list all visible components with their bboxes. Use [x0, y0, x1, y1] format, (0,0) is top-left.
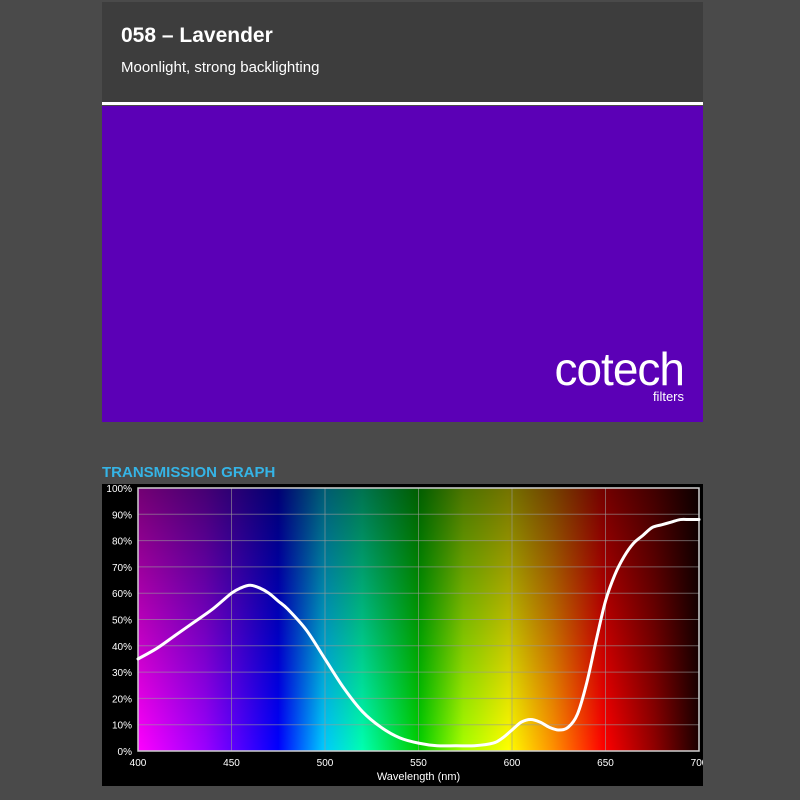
y-tick-label: 20% [112, 694, 132, 705]
y-tick-label: 30% [112, 668, 132, 679]
x-tick-label: 650 [597, 758, 614, 769]
color-swatch: cotech filters [102, 106, 703, 422]
x-tick-labels: 400 450 500 550 600 650 700 [130, 758, 703, 769]
y-tick-label: 80% [112, 537, 132, 548]
x-tick-label: 700 [691, 758, 703, 769]
y-tick-label: 60% [112, 589, 132, 600]
x-tick-label: 450 [223, 758, 240, 769]
x-tick-label: 500 [317, 758, 334, 769]
y-tick-label: 70% [112, 563, 132, 574]
cotech-logo: cotech [554, 343, 685, 395]
y-tick-labels: 0% 10% 20% 30% 40% 50% 60% 70% 80% 90% 100% [106, 484, 132, 758]
filter-title: 058 – Lavender [121, 24, 273, 47]
section-title: TRANSMISSION GRAPH [102, 464, 276, 481]
y-tick-label: 10% [112, 721, 132, 732]
y-tick-label: 40% [112, 642, 132, 653]
y-tick-label: 50% [112, 616, 132, 627]
x-tick-label: 400 [130, 758, 147, 769]
x-tick-label: 600 [504, 758, 521, 769]
y-tick-label: 0% [118, 747, 133, 758]
filter-subtitle: Moonlight, strong backlighting [121, 59, 320, 76]
x-axis-label: Wavelength (nm) [377, 771, 460, 783]
y-tick-label: 100% [106, 484, 132, 495]
transmission-chart: 0% 10% 20% 30% 40% 50% 60% 70% 80% 90% 100% 400 450… [102, 484, 703, 786]
y-tick-label: 90% [112, 510, 132, 521]
filter-header: 058 – Lavender Moonlight, strong backlig… [102, 2, 703, 105]
x-tick-label: 550 [410, 758, 427, 769]
cotech-logo-sub: filters [652, 389, 684, 404]
transmission-chart-svg: 0% 10% 20% 30% 40% 50% 60% 70% 80% 90% 100% 400 450… [106, 484, 703, 783]
